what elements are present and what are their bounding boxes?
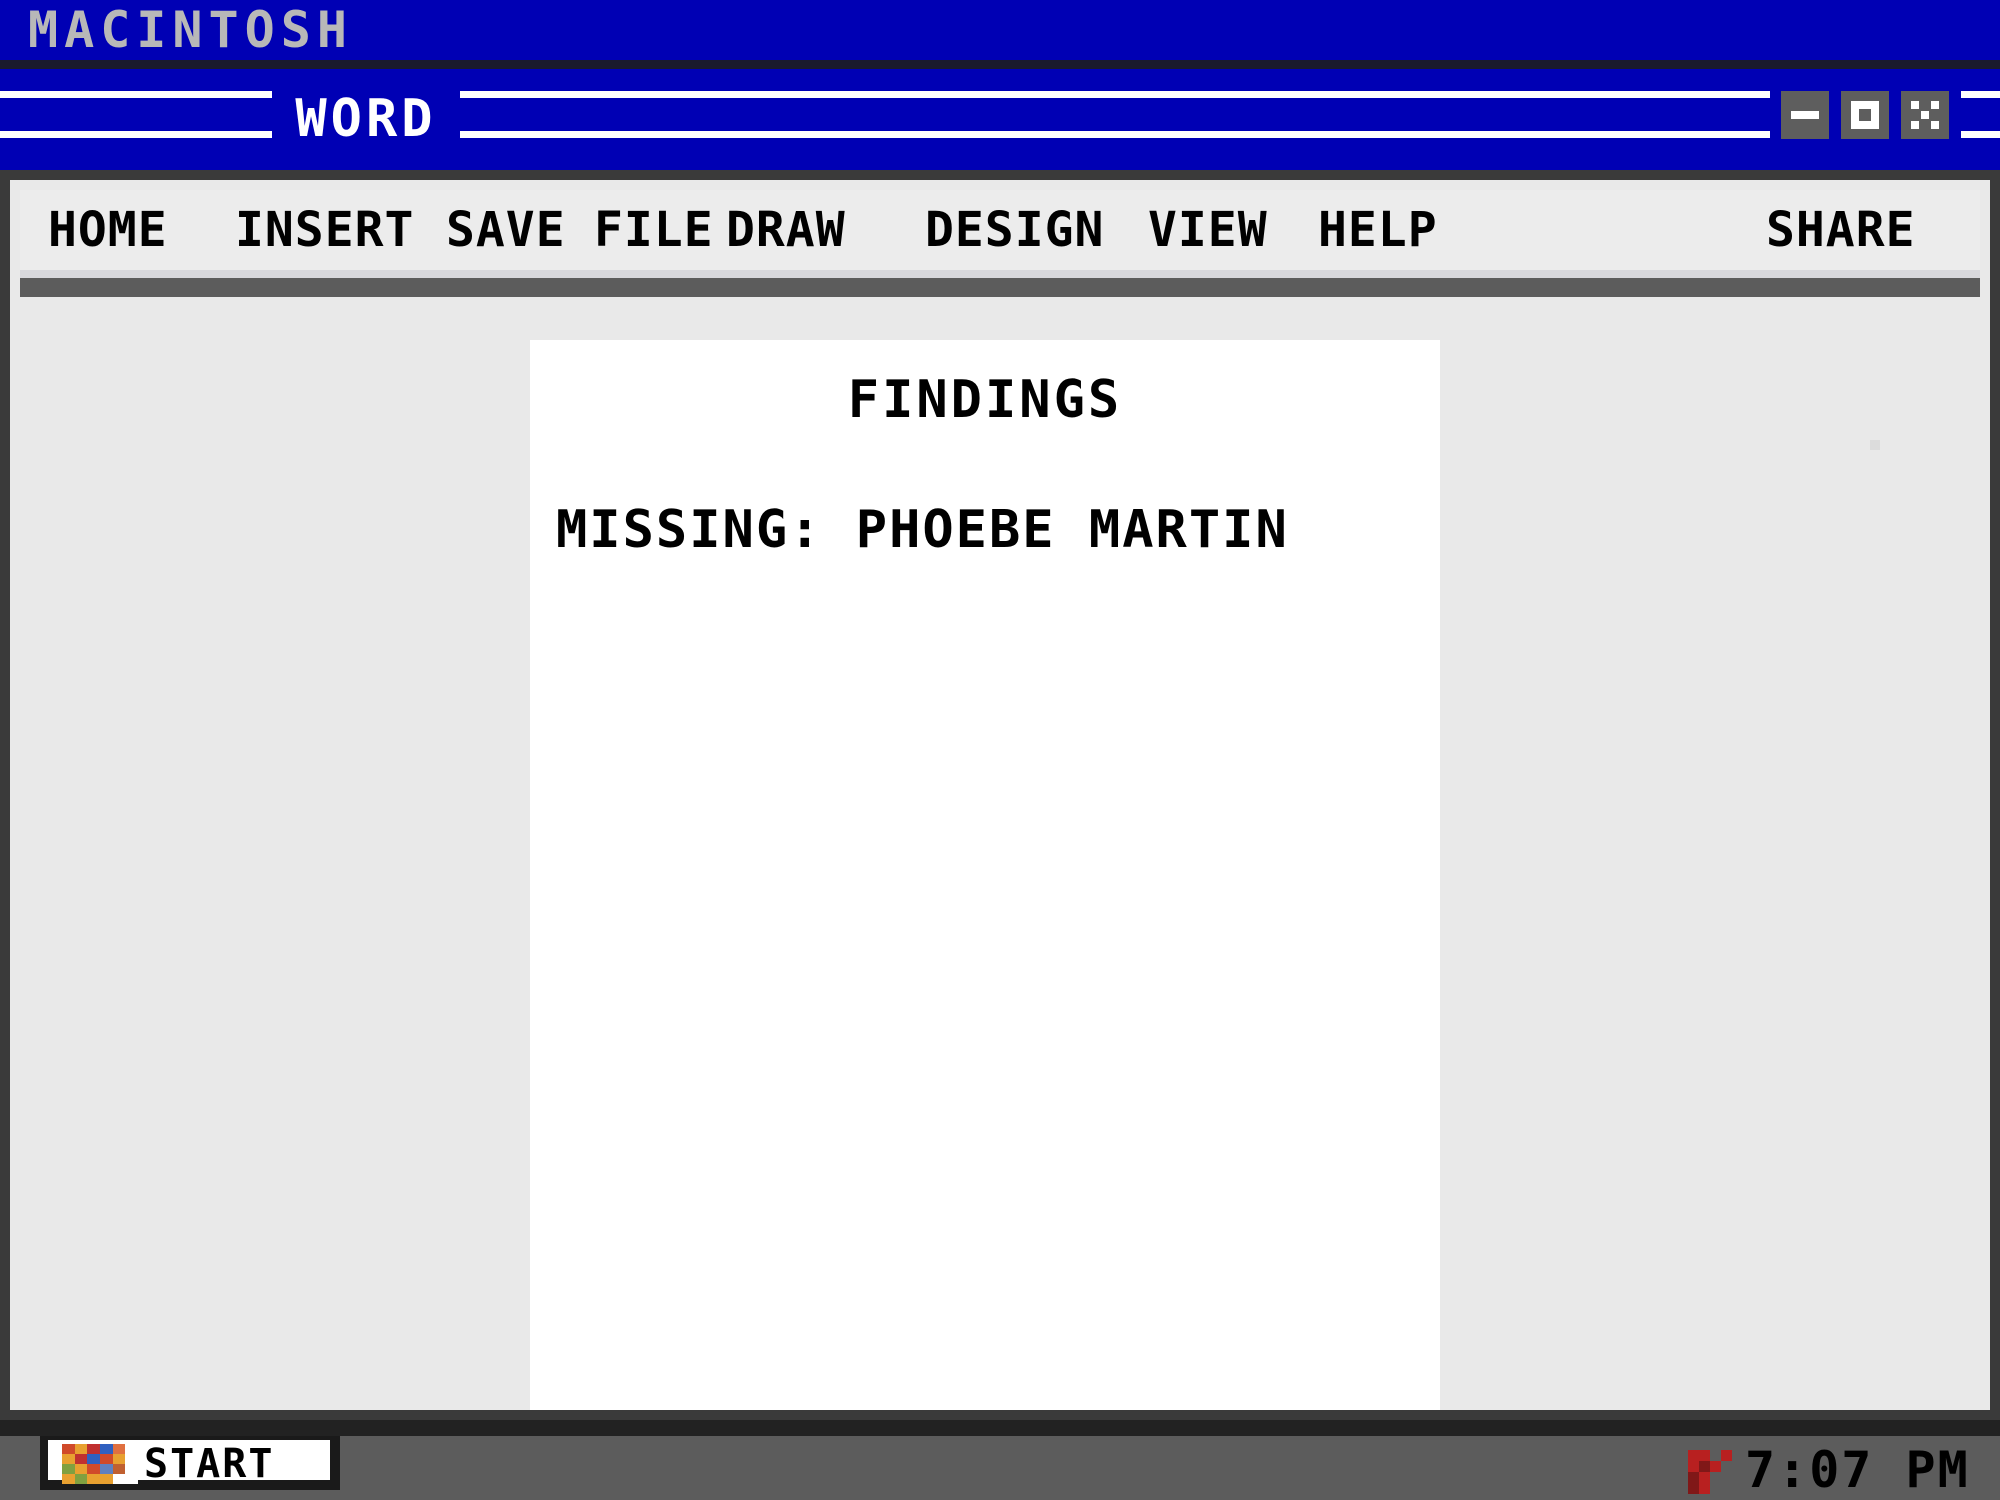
taskbar: START 7:07 PM — [0, 1436, 2000, 1500]
minimize-button[interactable] — [1781, 91, 1829, 139]
title-bar-stripes-left — [0, 69, 272, 170]
desktop-screen: MACINTOSH WORD HOME INSERT SAVE FILE DRA… — [0, 0, 2000, 1500]
window-title: WORD — [295, 89, 437, 149]
menu-bar: HOME INSERT SAVE FILE DRAW DESIGN VIEW H… — [20, 190, 1980, 270]
window-title-bar[interactable]: WORD — [0, 69, 2000, 170]
title-bar-stripes-right — [1961, 69, 2000, 170]
menu-item-view[interactable]: VIEW — [1148, 190, 1268, 270]
document-text-line: MISSING: PHOEBE MARTIN — [556, 500, 1289, 560]
menu-item-save[interactable]: SAVE — [446, 190, 566, 270]
system-bar: MACINTOSH — [0, 0, 2000, 60]
menu-item-draw[interactable]: DRAW — [726, 190, 846, 270]
minimize-icon — [1791, 111, 1819, 119]
background-speck — [1870, 440, 1880, 450]
menu-item-help[interactable]: HELP — [1318, 190, 1438, 270]
system-title: MACINTOSH — [28, 1, 353, 59]
share-button[interactable]: SHARE — [1766, 190, 1916, 270]
window-frame: HOME INSERT SAVE FILE DRAW DESIGN VIEW H… — [0, 170, 2000, 1420]
menu-item-design[interactable]: DESIGN — [925, 190, 1104, 270]
menu-item-file[interactable]: FILE — [594, 190, 714, 270]
maximize-icon — [1851, 101, 1879, 129]
taskbar-clock: 7:07 PM — [1745, 1441, 1970, 1499]
document-page[interactable]: FINDINGS MISSING: PHOEBE MARTIN — [530, 340, 1440, 1410]
close-icon — [1911, 101, 1939, 129]
tray-status-icon[interactable] — [1688, 1450, 1732, 1494]
start-button-label: START — [144, 1441, 275, 1487]
taskbar-divider — [0, 1420, 2000, 1436]
menu-underline — [20, 270, 1980, 278]
title-bar-stripes-middle — [460, 69, 1770, 170]
ribbon-toolbar-strip — [20, 278, 1980, 297]
window-body: HOME INSERT SAVE FILE DRAW DESIGN VIEW H… — [10, 180, 1990, 1410]
menu-item-home[interactable]: HOME — [48, 190, 168, 270]
maximize-button[interactable] — [1841, 91, 1889, 139]
document-heading: FINDINGS — [847, 370, 1123, 430]
close-button[interactable] — [1901, 91, 1949, 139]
menu-item-insert[interactable]: INSERT — [235, 190, 414, 270]
start-button-face: START — [48, 1440, 330, 1487]
system-divider — [0, 60, 2000, 69]
start-logo-icon — [62, 1444, 138, 1484]
start-button[interactable]: START — [40, 1436, 340, 1490]
